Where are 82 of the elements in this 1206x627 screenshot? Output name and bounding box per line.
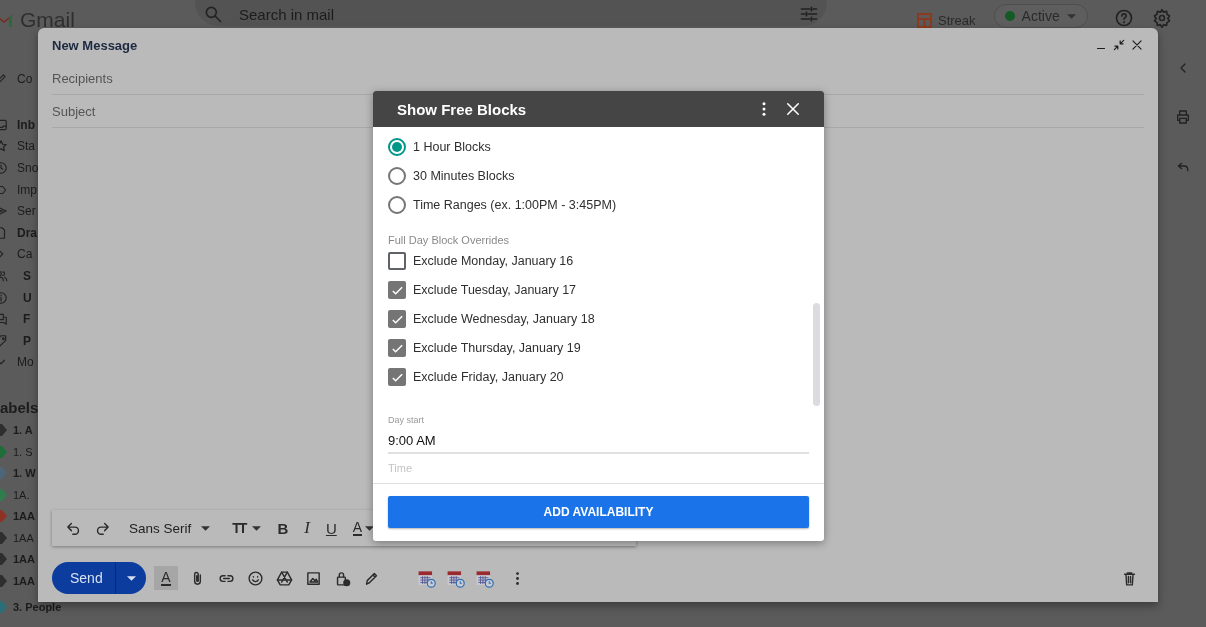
label-tag-icon <box>0 445 7 458</box>
caret-icon[interactable] <box>201 525 211 531</box>
sidebar-item[interactable]: Mo <box>17 355 34 370</box>
checkbox-label[interactable]: Exclude Wednesday, January 18 <box>413 312 595 326</box>
label-tag-icon <box>0 510 7 523</box>
image-icon[interactable] <box>305 569 322 587</box>
font-dropdown[interactable]: Sans Serif <box>125 520 215 536</box>
close-icon[interactable] <box>1130 38 1144 52</box>
section-label: Full Day Block Overrides <box>388 233 510 246</box>
formatting-toggle[interactable]: A <box>154 566 178 590</box>
option-label[interactable]: 30 Minutes Blocks <box>413 168 515 183</box>
checkbox-label[interactable]: Exclude Friday, January 20 <box>413 370 564 384</box>
search-icon[interactable] <box>203 4 223 24</box>
label-tag-icon <box>0 575 7 588</box>
labels-heading: abels <box>0 397 38 418</box>
bold-button[interactable]: B <box>271 516 295 540</box>
sidebar-item[interactable]: U <box>23 290 32 305</box>
checkbox[interactable] <box>388 310 406 328</box>
checkbox-label[interactable]: Exclude Thursday, January 19 <box>413 341 581 355</box>
dialog-title: Show Free Blocks <box>397 100 528 118</box>
radio-button[interactable] <box>388 195 406 214</box>
recipients-field[interactable]: Recipients <box>52 62 1144 94</box>
sidebar-item[interactable]: F <box>23 312 31 327</box>
label-item[interactable]: 1. S <box>13 445 33 458</box>
radio-button[interactable] <box>388 166 406 185</box>
text-size-button[interactable]: TT <box>226 516 268 540</box>
sidebar-item[interactable]: S <box>23 268 31 283</box>
label-item[interactable]: 1AA <box>13 510 35 523</box>
sidebar-item[interactable]: Ca <box>17 247 33 262</box>
italic-button[interactable]: I <box>298 516 316 540</box>
sidebar-item[interactable]: Dra <box>17 225 37 240</box>
checkbox[interactable] <box>388 368 406 386</box>
label-item[interactable]: 3. People <box>13 600 62 613</box>
trash-icon[interactable] <box>1121 569 1138 587</box>
label-tag-icon <box>0 467 7 480</box>
settings-icon[interactable] <box>1151 8 1172 28</box>
label-item[interactable]: 1. W <box>13 467 36 480</box>
add-availability-button[interactable]: ADD AVAILABILITY <box>388 496 809 528</box>
underline-button[interactable]: U <box>319 516 343 540</box>
option-label[interactable]: Time Ranges (ex. 1:00PM - 3:45PM) <box>413 197 617 212</box>
checkbox-label[interactable]: Exclude Tuesday, January 17 <box>413 283 577 297</box>
sidebar-item[interactable]: Ser <box>17 204 36 219</box>
sidebar-item[interactable]: P <box>23 333 31 348</box>
option-label[interactable]: 1 Hour Blocks <box>413 139 491 154</box>
triangle-icon[interactable] <box>276 569 293 587</box>
label-tag-icon <box>0 488 7 501</box>
sidebar-item[interactable]: Sta <box>17 139 35 154</box>
filter-icon[interactable] <box>799 4 819 24</box>
caret-icon[interactable] <box>365 525 375 531</box>
lock-clock-icon[interactable] <box>334 569 351 587</box>
checkbox[interactable] <box>388 252 406 270</box>
caret-icon[interactable] <box>252 525 262 531</box>
compose-button[interactable]: Co <box>17 72 33 86</box>
label-item[interactable]: 1AA <box>13 531 34 544</box>
scrollbar[interactable] <box>813 303 820 406</box>
checkbox-label[interactable]: Exclude Monday, January 16 <box>413 254 574 268</box>
label-item[interactable]: 1AA <box>13 553 35 566</box>
checkbox[interactable] <box>388 339 406 357</box>
sidebar-item[interactable]: Inb <box>17 117 35 132</box>
calendar-clock-icon[interactable] <box>446 568 465 588</box>
help-icon[interactable] <box>1113 8 1134 28</box>
field-label: Time <box>388 461 413 474</box>
sidebar-item[interactable]: Imp <box>17 182 37 197</box>
compose-title: New Message <box>52 37 139 53</box>
label-item[interactable]: 1A. <box>13 488 30 501</box>
calendar-clock-icon[interactable] <box>417 568 436 588</box>
close-icon[interactable] <box>784 100 802 118</box>
field-label: Day start <box>388 414 424 425</box>
print-icon[interactable] <box>1175 109 1191 125</box>
radio-button[interactable] <box>388 137 406 156</box>
calendar-clock-icon[interactable] <box>475 568 494 588</box>
label-tag-icon <box>0 531 7 544</box>
label-tag-icon <box>0 553 7 566</box>
label-tag-icon <box>0 600 7 613</box>
label-item[interactable]: 1AA <box>13 575 35 588</box>
caret-icon[interactable] <box>126 575 136 581</box>
exit-fullscreen-icon[interactable] <box>1112 38 1126 52</box>
label-tag-icon <box>0 423 7 436</box>
emoji-icon[interactable] <box>247 569 264 587</box>
checkbox[interactable] <box>388 281 406 299</box>
sidebar-item[interactable]: Sno <box>17 161 39 175</box>
label-item[interactable]: 1. A <box>13 423 33 436</box>
